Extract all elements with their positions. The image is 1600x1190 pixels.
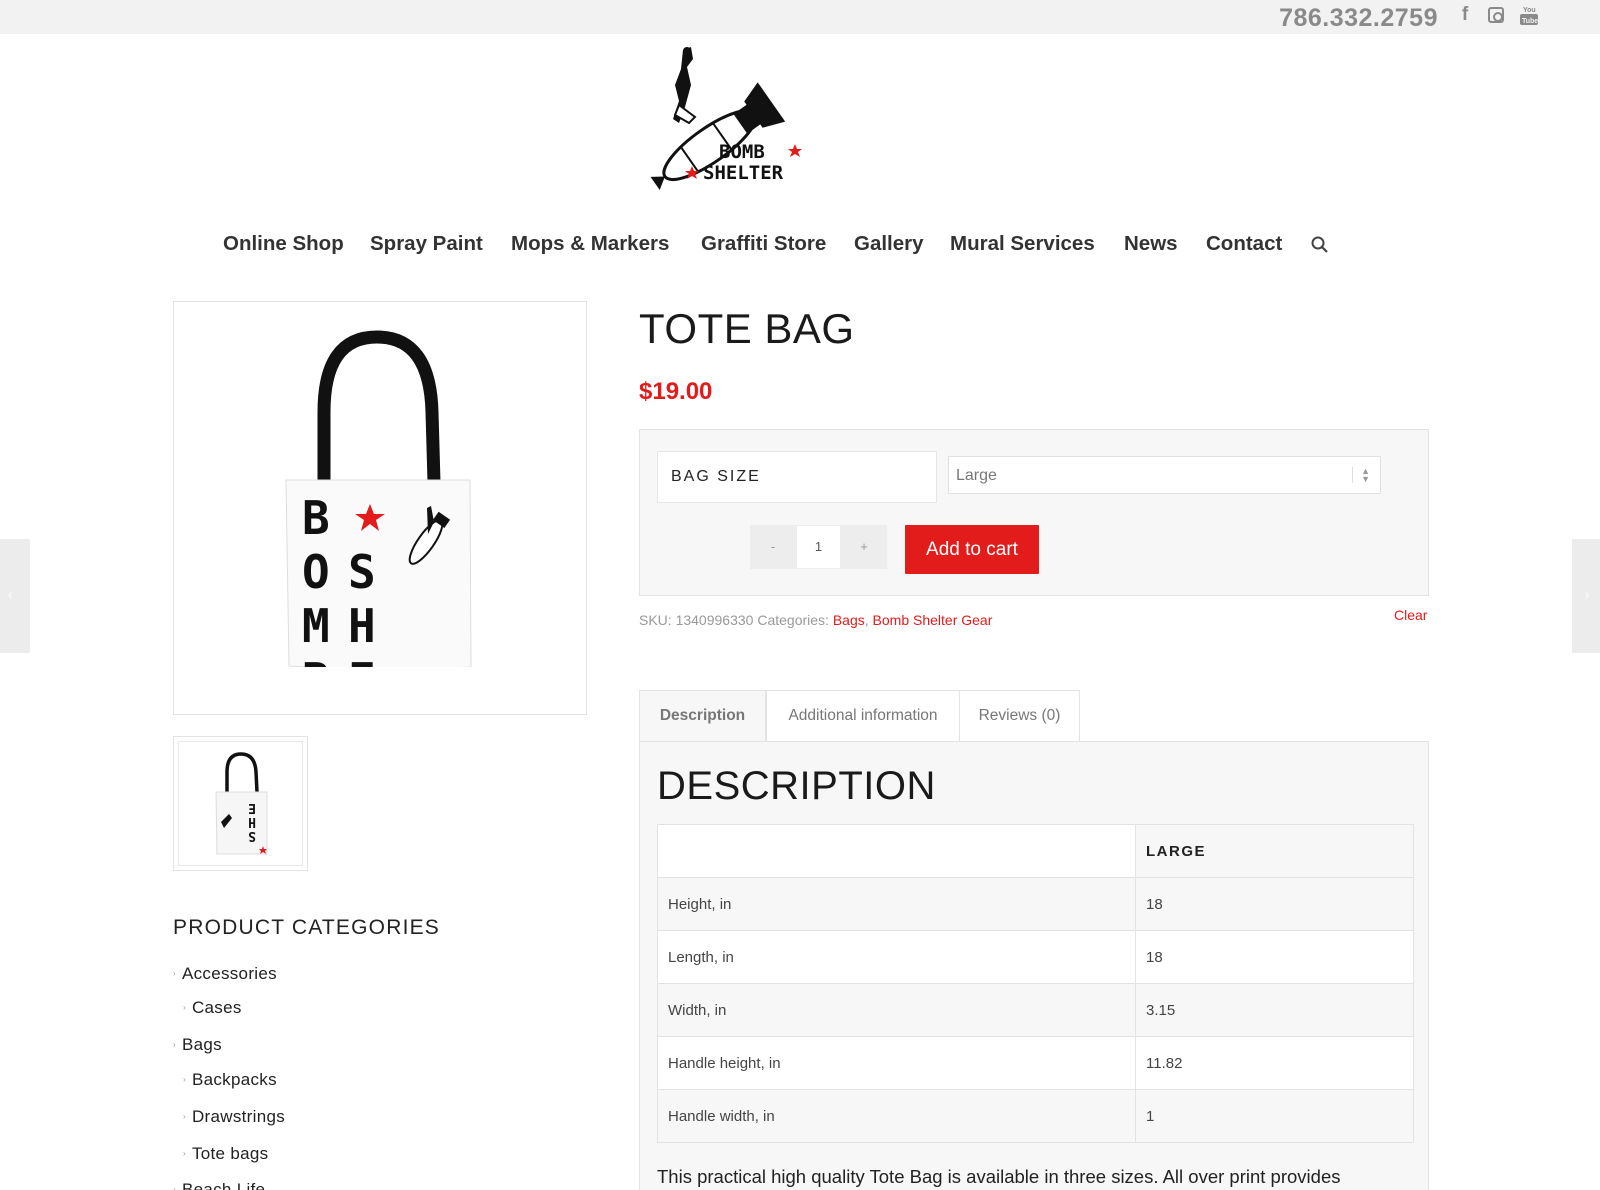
facebook-icon[interactable]: f — [1454, 4, 1476, 28]
table-row: Width, in 3.15 — [657, 983, 1414, 1037]
logo-text-bomb: BOMB — [719, 141, 765, 163]
quantity-minus-button[interactable]: - — [750, 525, 796, 569]
table-row: Height, in 18 — [657, 877, 1414, 931]
chevron-left-icon: ‹ — [8, 587, 13, 602]
logo-text-shelter: SHELTER — [703, 162, 784, 184]
description-panel: DESCRIPTION LARGE Height, in 18 Length, … — [639, 741, 1429, 1190]
category-backpacks[interactable]: › Backpacks — [183, 1070, 277, 1090]
bag-letter: B — [302, 491, 330, 545]
nav-spray-paint[interactable]: Spray Paint — [370, 232, 483, 256]
svg-text:You: You — [1523, 7, 1536, 14]
variation-form: BAG SIZE Large ▲ ▼ - 1 + Add to cart — [639, 429, 1429, 596]
main-nav: Online Shop Spray Paint Mops & Markers G… — [0, 232, 1600, 266]
svg-text:H: H — [248, 814, 256, 829]
site-logo[interactable]: BOMB SHELTER — [635, 45, 815, 190]
table-row: Handle height, in 11.82 — [657, 1036, 1414, 1090]
chevron-right-icon: › — [1585, 587, 1590, 602]
clear-selection-link[interactable]: Clear — [1394, 607, 1427, 623]
product-title: TOTE BAG — [639, 305, 855, 352]
bag-size-select[interactable]: Large ▲ ▼ — [948, 456, 1381, 494]
product-thumbnail[interactable]: S H E — [173, 736, 308, 871]
category-drawstrings[interactable]: › Drawstrings — [183, 1107, 285, 1127]
search-icon[interactable] — [1310, 235, 1332, 257]
bag-letter: S — [348, 545, 376, 599]
table-header-cell: LARGE — [1135, 824, 1414, 878]
svg-text:S: S — [248, 828, 256, 843]
bag-letter: M — [302, 599, 330, 653]
categories-title: PRODUCT CATEGORIES — [173, 916, 441, 939]
nav-mops-markers[interactable]: Mops & Markers — [511, 232, 669, 256]
category-cases[interactable]: › Cases — [183, 998, 242, 1018]
table-row: Handle width, in 1 — [657, 1089, 1414, 1143]
category-link-bomb-shelter-gear[interactable]: Bomb Shelter Gear — [873, 612, 993, 628]
add-to-cart-button[interactable]: Add to cart — [905, 525, 1039, 574]
description-text: This practical high quality Tote Bag is … — [657, 1166, 1341, 1187]
category-tote-bags[interactable]: › Tote bags — [183, 1144, 268, 1164]
bag-letter: O — [302, 545, 330, 599]
nav-online-shop[interactable]: Online Shop — [223, 232, 344, 256]
nav-contact[interactable]: Contact — [1206, 232, 1282, 256]
size-table: LARGE Height, in 18 Length, in 18 Width,… — [657, 824, 1414, 1143]
category-beach-life[interactable]: › Beach Life — [173, 1180, 265, 1190]
svg-text:E: E — [248, 800, 256, 815]
nav-mural-services[interactable]: Mural Services — [950, 232, 1095, 256]
svg-text:Tube: Tube — [1522, 18, 1538, 25]
phone-number[interactable]: 786.332.2759 — [1279, 4, 1438, 33]
description-heading: DESCRIPTION — [657, 764, 936, 808]
category-bags[interactable]: › Bags — [173, 1035, 222, 1055]
category-link-bags[interactable]: Bags — [833, 612, 865, 628]
product-image[interactable]: B O M B S H E — [173, 301, 587, 715]
prev-product-tab[interactable]: ‹ — [0, 539, 30, 653]
instagram-icon[interactable] — [1485, 4, 1507, 28]
tab-additional-information[interactable]: Additional information — [766, 690, 960, 742]
table-header-cell — [657, 824, 1136, 878]
product-price: $19.00 — [639, 378, 713, 405]
tab-reviews[interactable]: Reviews (0) — [959, 690, 1080, 742]
product-meta: SKU: 1340996330 Categories: Bags, Bomb S… — [639, 612, 993, 628]
nav-graffiti-store[interactable]: Graffiti Store — [701, 232, 826, 256]
nav-news[interactable]: News — [1124, 232, 1178, 256]
tab-description[interactable]: Description — [639, 690, 766, 742]
bag-size-label: BAG SIZE — [657, 451, 937, 503]
quantity-input[interactable]: 1 — [796, 525, 841, 569]
table-row: Length, in 18 — [657, 930, 1414, 984]
top-bar: 786.332.2759 f You Tube — [0, 0, 1600, 34]
table-header-row: LARGE — [657, 824, 1414, 878]
nav-gallery[interactable]: Gallery — [854, 232, 924, 256]
youtube-icon[interactable]: You Tube — [1518, 4, 1540, 28]
select-arrows-icon: ▲ ▼ — [1352, 467, 1370, 484]
quantity-plus-button[interactable]: + — [841, 525, 887, 569]
category-accessories[interactable]: › Accessories — [173, 964, 277, 984]
next-product-tab[interactable]: › — [1572, 539, 1600, 653]
bag-letter: H — [348, 599, 376, 653]
sku-value: 1340996330 — [675, 612, 754, 628]
